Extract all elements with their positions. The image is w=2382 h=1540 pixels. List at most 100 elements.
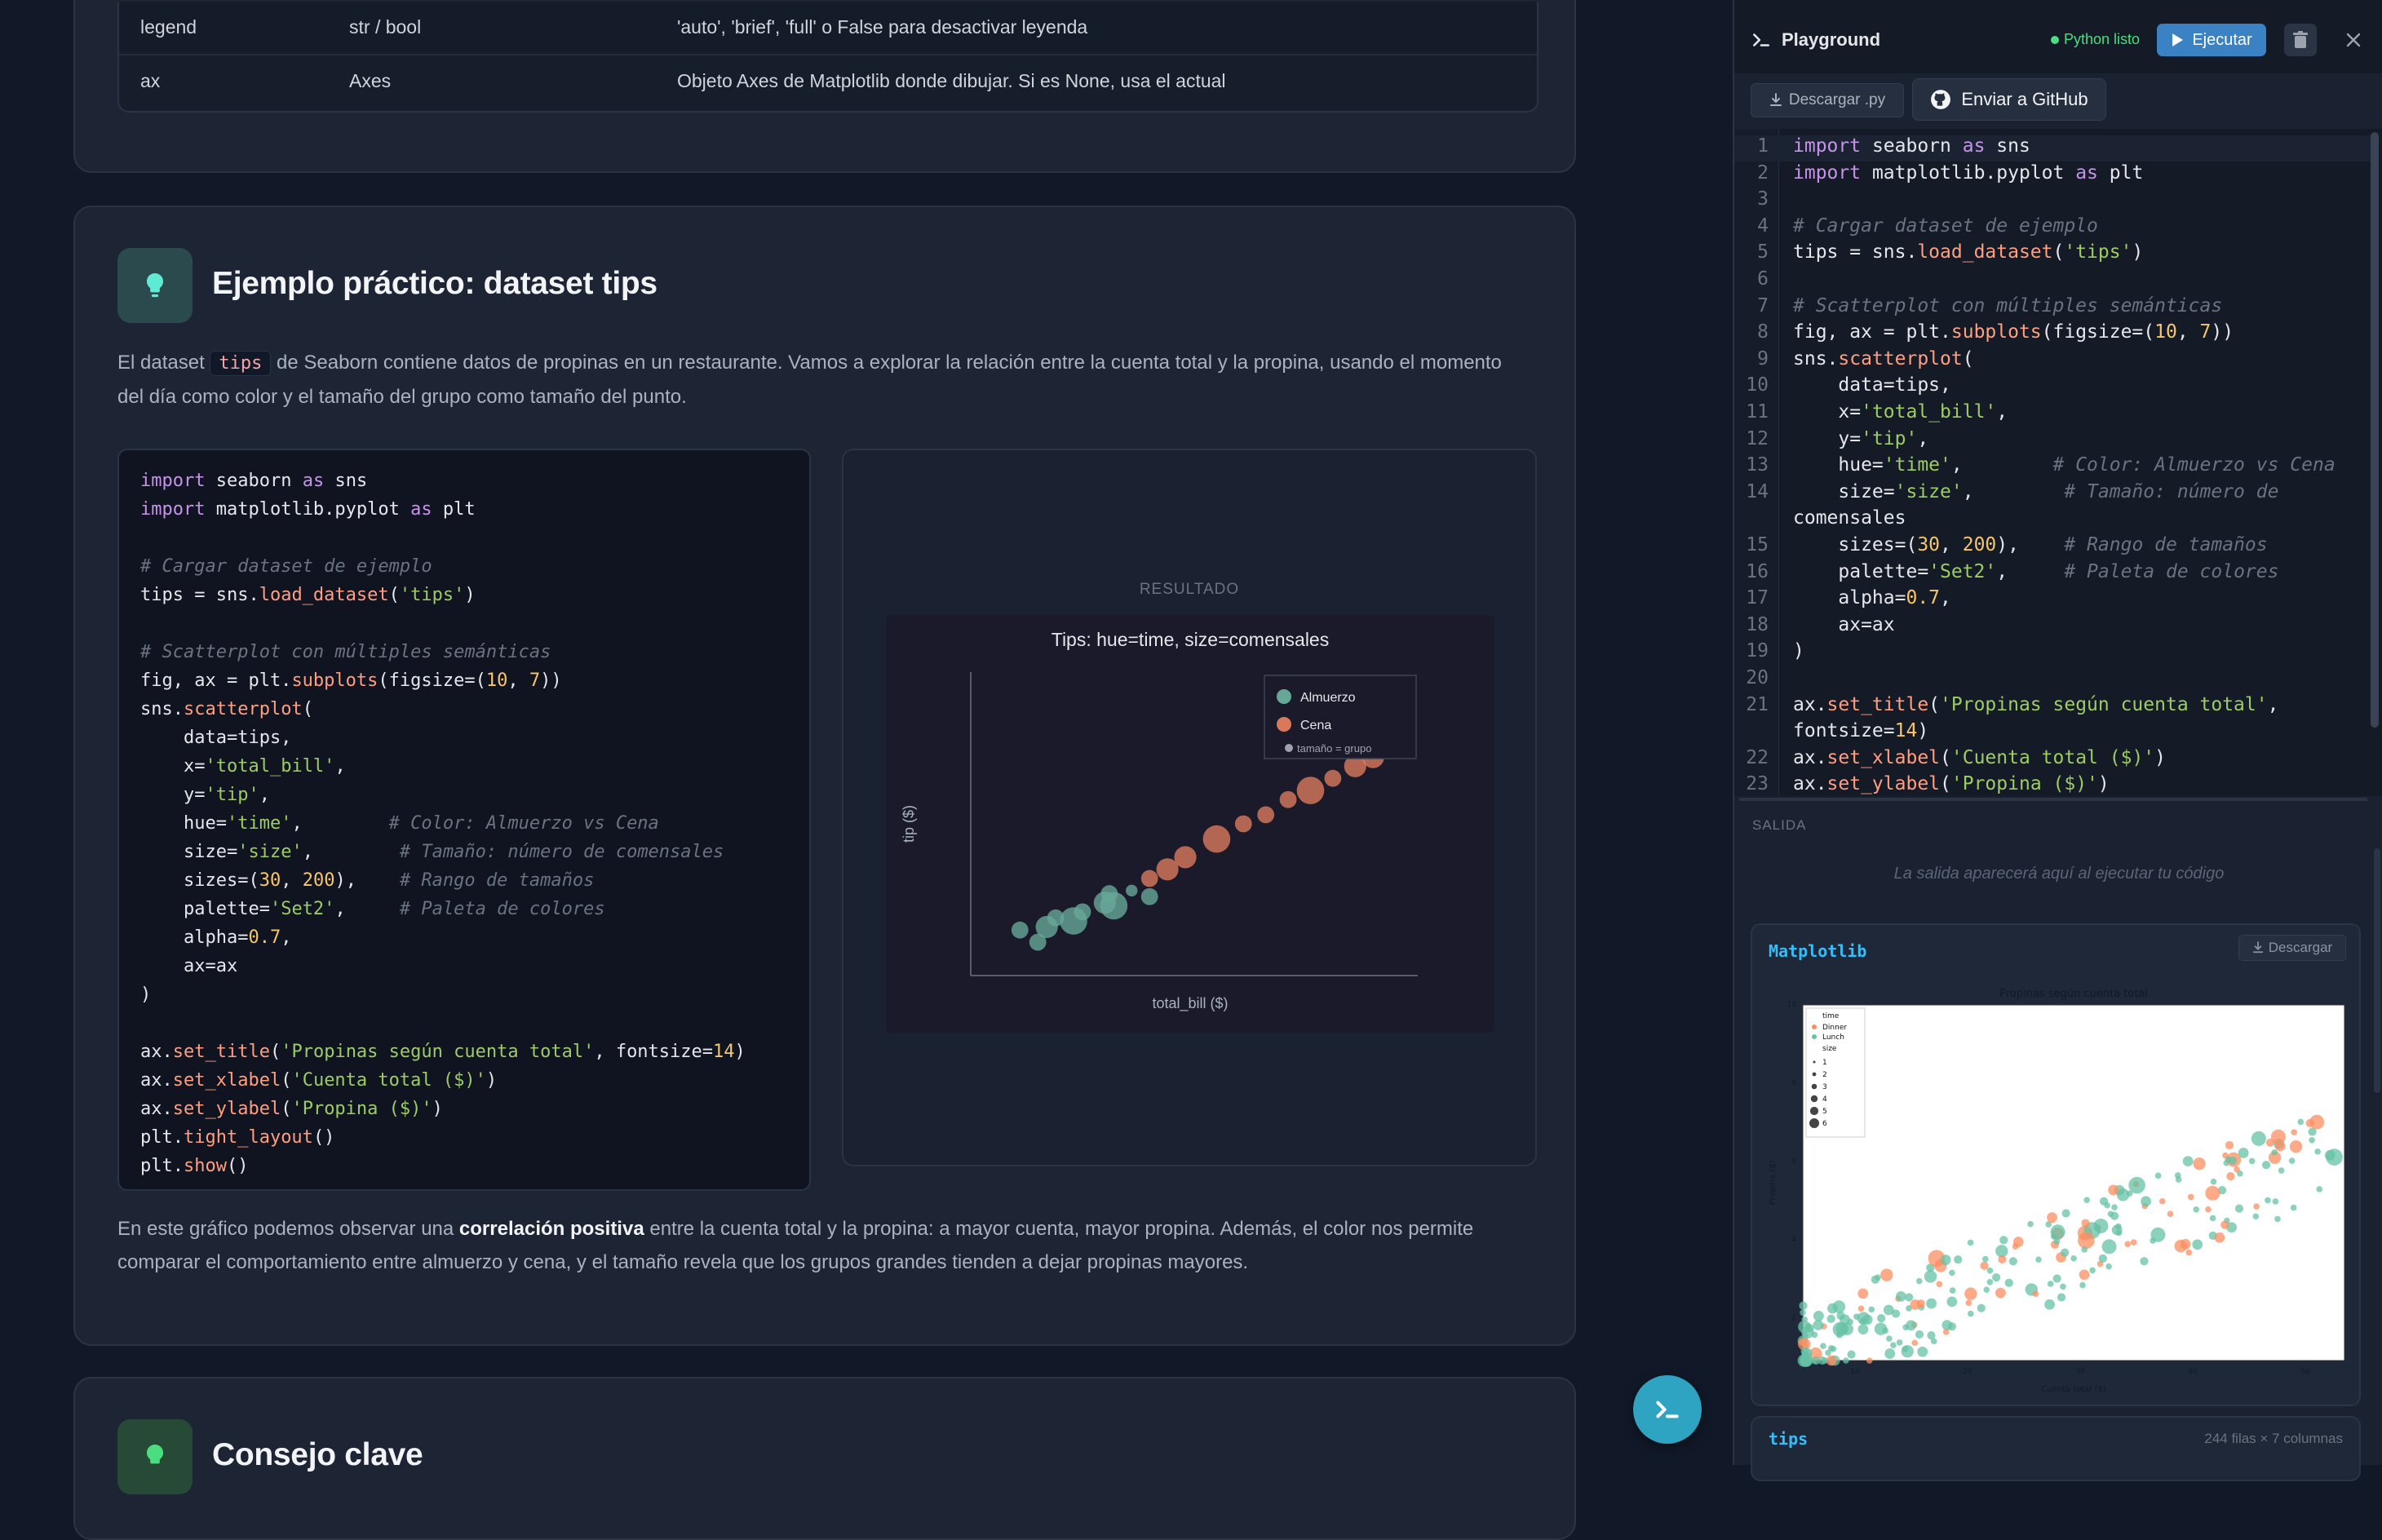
line-number: 12 (1746, 427, 1769, 449)
figure-point (1813, 1310, 1824, 1321)
download-image-button[interactable]: Descargar (2238, 935, 2346, 961)
editor-line[interactable]: 6 (1734, 268, 2371, 294)
line-number: 3 (1757, 188, 1769, 210)
open-playground-button[interactable] (1633, 1375, 1702, 1444)
editor-line[interactable]: 8 fig, ax = plt.subplots(figsize=(10, 7)) (1734, 321, 2371, 347)
code-editor[interactable]: 1 import seaborn as sns 2 import matplotlib… (1734, 129, 2382, 796)
close-button[interactable] (2338, 24, 2369, 55)
matplotlib-figure: Propinas según cuenta total 10 20 30 40 50 2 4… (1757, 987, 2354, 1395)
editor-line[interactable]: 1 import seaborn as sns (1734, 135, 2371, 162)
editor-line[interactable]: 18 ax=ax (1734, 614, 2371, 640)
figure-point (2079, 1281, 2086, 1289)
editor-line[interactable]: 2 import matplotlib.pyplot as plt (1734, 162, 2371, 188)
figure-point (2175, 1176, 2182, 1183)
editor-line[interactable]: fontsize=14) (1734, 720, 2371, 746)
legend-size-marker (1813, 1060, 1816, 1064)
figure-point (2081, 1246, 2088, 1253)
figure-point (2297, 1118, 2305, 1126)
figure-point (2185, 1249, 2193, 1256)
output-label: SALIDA (1752, 817, 1807, 833)
matplotlib-title: Matplotlib (1769, 941, 1867, 961)
legend-hue-title: time (1822, 1012, 1840, 1020)
param-type: str / bool (349, 16, 422, 38)
lightbulb-icon (117, 1419, 193, 1494)
line-number: 11 (1746, 401, 1769, 423)
figure-point (2101, 1239, 2117, 1255)
status-dot (2051, 36, 2059, 44)
editor-line[interactable]: 3 (1734, 188, 2371, 215)
figure-point (2032, 1290, 2039, 1298)
legend-size-marker (1809, 1106, 1819, 1116)
editor-resize-handle[interactable] (1739, 798, 2367, 801)
editor-line[interactable]: 21 ax.set_title('Propinas según cuenta to… (1734, 694, 2371, 720)
figure-point (2187, 1193, 2194, 1201)
line-number: 6 (1757, 268, 1769, 290)
figure-point (2238, 1148, 2249, 1158)
clear-button[interactable] (2284, 24, 2317, 56)
line-number: 20 (1746, 667, 1769, 688)
legend-hue-label: Lunch (1822, 1033, 1844, 1042)
run-button[interactable]: Ejecutar (2157, 24, 2266, 56)
editor-line[interactable]: 15 sizes=(30, 200), # Rango de tamaños (1734, 534, 2371, 560)
editor-line[interactable]: 7 # Scatterplot con múltiples semánticas (1734, 295, 2371, 321)
editor-line[interactable]: 11 x='total_bill', (1734, 401, 2371, 427)
editor-line[interactable]: 20 (1734, 667, 2371, 693)
editor-line[interactable]: 17 alpha=0.7, (1734, 587, 2371, 613)
editor-line[interactable]: 4 # Cargar dataset de ejemplo (1734, 215, 2371, 241)
editor-scrollbar[interactable] (2371, 132, 2379, 728)
figure-point (1915, 1330, 1924, 1339)
y-axis-label: tip ($) (901, 805, 917, 843)
figure-point (2167, 1210, 2174, 1218)
line-code: alpha=0.7, (1793, 587, 1951, 609)
figure-point (2008, 1257, 2017, 1266)
outro-text: comparar el comportamiento entre almuerz… (117, 1251, 1249, 1273)
editor-line[interactable]: 13 hue='time', # Color: Almuerzo vs Cena (1734, 454, 2371, 480)
figure-point (2116, 1188, 2130, 1201)
figure-point (2044, 1299, 2055, 1310)
figure-point (2027, 1220, 2034, 1228)
figure-point (1915, 1277, 1923, 1285)
line-code: ax.set_title('Propinas según cuenta tota… (1793, 693, 2279, 715)
code-block[interactable]: import seaborn as sns import matplotlib.… (117, 449, 811, 1191)
line-number: 5 (1757, 241, 1769, 263)
figure-ytick: 4 (1791, 1236, 1796, 1244)
figure-point (2128, 1176, 2145, 1194)
scatter-point (1100, 892, 1128, 920)
editor-line[interactable]: 10 data=tips, (1734, 374, 2371, 400)
figure-point (1946, 1296, 1958, 1308)
editor-line[interactable]: 22 ax.set_xlabel('Cuenta total ($)') (1734, 747, 2371, 773)
editor-line[interactable]: 19) (1734, 640, 2371, 666)
editor-line[interactable]: 5 tips = sns.load_dataset('tips') (1734, 241, 2371, 268)
editor-line[interactable]: comensales (1734, 507, 2371, 533)
download-image-label: Descargar (2268, 940, 2333, 955)
lightbulb-icon (117, 248, 193, 323)
section-title: Ejemplo práctico: dataset tips (212, 266, 657, 301)
send-to-github-button[interactable]: Enviar a GitHub (1912, 78, 2106, 121)
figure-point (1917, 1346, 1928, 1357)
editor-line[interactable]: 16 palette='Set2', # Paleta de colores (1734, 561, 2371, 587)
figure-point (2107, 1210, 2114, 1218)
line-number: 18 (1746, 613, 1769, 635)
line-number: 9 (1757, 347, 1769, 370)
editor-line[interactable]: 14 size='size', # Tamaño: número de (1734, 481, 2371, 507)
parameters-table: legend str / bool 'auto', 'brief', 'full… (117, 2, 1539, 113)
figure-point (1986, 1267, 1994, 1274)
output-scrollbar[interactable] (2374, 848, 2380, 1093)
editor-line[interactable]: 12 y='tip', (1734, 428, 2371, 454)
figure-point (1884, 1348, 1896, 1359)
figure-point (2324, 1149, 2336, 1161)
scatter-point (1011, 921, 1029, 939)
editor-line[interactable]: 9 sns.scatterplot( (1734, 348, 2371, 374)
line-code: # Cargar dataset de ejemplo (1793, 215, 2098, 237)
editor-line[interactable]: 23 ax.set_ylabel('Propina ($)') (1734, 773, 2371, 796)
figure-point (2004, 1278, 2013, 1287)
figure-point (1877, 1314, 1886, 1323)
figure-point (1942, 1329, 1950, 1335)
figure-point (2193, 1157, 2206, 1170)
figure-point (2252, 1213, 2260, 1220)
figure-point (2205, 1185, 2220, 1201)
line-code: import seaborn as sns (1793, 135, 2030, 157)
figure-point (1862, 1314, 1873, 1325)
figure-point (1882, 1327, 1888, 1334)
download-py-button[interactable]: Descargar .py (1751, 83, 1904, 117)
